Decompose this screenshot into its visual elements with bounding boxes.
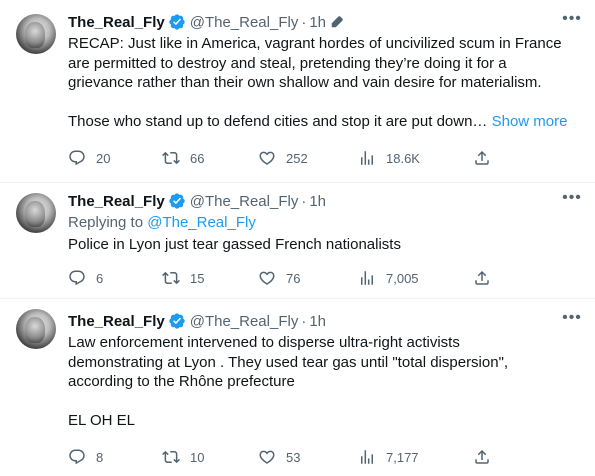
reply-button[interactable]: 20 (68, 149, 110, 167)
reply-count: 6 (96, 270, 104, 286)
share-icon (475, 449, 489, 464)
reply-count: 8 (96, 449, 104, 465)
retweet-icon (162, 151, 180, 165)
avatar[interactable] (16, 193, 56, 233)
replying-to-handle[interactable]: @The_Real_Fly (147, 214, 256, 231)
views-count: 7,005 (386, 270, 419, 286)
more-icon[interactable]: ••• (561, 310, 583, 331)
timestamp[interactable]: 1h (309, 193, 326, 210)
retweet-count: 10 (190, 449, 205, 465)
retweet-button[interactable]: 15 (162, 269, 204, 287)
views-count: 18.6K (386, 150, 420, 166)
tweet-header: The_Real_Fly @The_Real_Fly · 1h ••• (68, 309, 583, 331)
tweet[interactable]: The_Real_Fly @The_Real_Fly · 1h ••• Repl… (0, 182, 595, 298)
tweet-body: The_Real_Fly @The_Real_Fly · 1h ••• RECA… (68, 10, 583, 132)
like-button[interactable]: 76 (258, 269, 300, 287)
reply-button[interactable]: 6 (68, 269, 103, 287)
tweet-actions: 6 15 76 7,005 (68, 268, 491, 288)
share-icon (475, 150, 489, 165)
display-name[interactable]: The_Real_Fly (68, 193, 165, 210)
tweet-body: The_Real_Fly @The_Real_Fly · 1h ••• Law … (68, 309, 583, 431)
reply-icon (69, 270, 85, 286)
views-button[interactable]: 7,005 (358, 269, 419, 287)
verified-badge-icon (169, 313, 185, 329)
display-name[interactable]: The_Real_Fly (68, 14, 165, 31)
more-icon[interactable]: ••• (561, 11, 583, 32)
retweet-icon (162, 271, 180, 285)
views-count: 7,177 (386, 449, 419, 465)
user-handle[interactable]: @The_Real_Fly (190, 313, 299, 330)
like-icon (259, 450, 275, 464)
views-button[interactable]: 18.6K (358, 149, 420, 167)
verified-badge-icon (169, 193, 185, 209)
tweet-header: The_Real_Fly @The_Real_Fly · 1h ••• (68, 189, 583, 211)
share-icon (475, 270, 489, 285)
tweet-body: The_Real_Fly @The_Real_Fly · 1h ••• Repl… (68, 189, 583, 254)
views-icon (361, 450, 373, 464)
reply-button[interactable]: 8 (68, 448, 103, 466)
share-button[interactable] (473, 269, 491, 287)
like-icon (259, 151, 275, 165)
show-more-link[interactable]: Show more (492, 113, 568, 130)
retweet-button[interactable]: 10 (162, 448, 204, 466)
reply-icon (69, 150, 85, 166)
like-icon (259, 271, 275, 285)
retweet-button[interactable]: 66 (162, 149, 204, 167)
tweet-header: The_Real_Fly @The_Real_Fly · 1h ••• (68, 10, 583, 32)
retweet-count: 66 (190, 150, 205, 166)
share-button[interactable] (473, 448, 491, 466)
display-name[interactable]: The_Real_Fly (68, 313, 165, 330)
views-icon (361, 271, 373, 285)
more-icon[interactable]: ••• (561, 190, 583, 211)
tweet-actions: 8 10 53 7,177 (68, 447, 491, 467)
verified-badge-icon (169, 14, 185, 30)
tweet[interactable]: The_Real_Fly @The_Real_Fly · 1h ••• RECA… (0, 0, 595, 182)
tweet-actions: 20 66 252 18.6K (68, 148, 491, 168)
reply-icon (69, 449, 85, 465)
tweet-text: Police in Lyon just tear gassed French n… (68, 235, 401, 253)
views-icon (361, 151, 373, 165)
tweet-text: RECAP: Just like in America, vagrant hor… (68, 35, 568, 130)
tweet-text: Law enforcement intervened to disperse u… (68, 334, 509, 429)
like-count: 252 (286, 150, 308, 166)
replying-to: Replying to @The_Real_Fly (68, 214, 256, 231)
user-handle[interactable]: @The_Real_Fly (190, 193, 299, 210)
timestamp[interactable]: 1h (309, 14, 326, 31)
avatar[interactable] (16, 14, 56, 54)
like-count: 53 (286, 449, 301, 465)
timestamp[interactable]: 1h (309, 313, 326, 330)
avatar[interactable] (16, 309, 56, 349)
like-count: 76 (286, 270, 301, 286)
retweet-icon (162, 450, 180, 464)
tweet[interactable]: The_Real_Fly @The_Real_Fly · 1h ••• Law … (0, 298, 595, 476)
share-button[interactable] (473, 149, 491, 167)
user-handle[interactable]: @The_Real_Fly (190, 14, 299, 31)
views-button[interactable]: 7,177 (358, 448, 419, 466)
pencil-icon[interactable] (330, 15, 344, 29)
like-button[interactable]: 53 (258, 448, 300, 466)
reply-count: 20 (96, 150, 111, 166)
like-button[interactable]: 252 (258, 149, 308, 167)
retweet-count: 15 (190, 270, 205, 286)
